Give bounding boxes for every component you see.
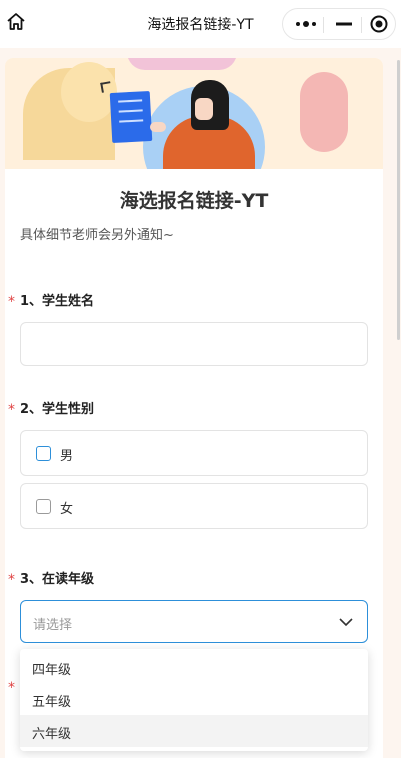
question-label-student-gender: 2、学生性别 — [20, 402, 95, 417]
header-banner-illustration — [5, 58, 383, 169]
gender-option-male[interactable]: 男 — [20, 430, 368, 476]
person-illustration — [150, 122, 166, 132]
document-illustration — [109, 90, 153, 144]
dropdown-option-grade-4[interactable]: 四年级 — [20, 651, 368, 683]
capsule-divider — [361, 17, 362, 33]
gender-option-female[interactable]: 女 — [20, 483, 368, 529]
question-label-student-name: 1、学生姓名 — [20, 294, 95, 309]
question-label-grade: 3、在读年级 — [20, 572, 95, 587]
banner-shape — [61, 62, 117, 122]
form-title: 海选报名链接-YT — [119, 190, 269, 212]
person-illustration — [195, 98, 213, 120]
required-mark: * — [8, 294, 15, 310]
option-label: 男 — [60, 449, 74, 464]
banner-shape — [127, 58, 237, 70]
minimize-icon[interactable] — [327, 9, 361, 39]
required-mark: * — [8, 572, 15, 588]
mini-program-capsule — [282, 8, 396, 40]
required-mark: * — [8, 402, 15, 418]
grade-dropdown-menu: 四年级 五年级 六年级 — [20, 649, 368, 751]
form-card: 海选报名链接-YT 具体细节老师会另外通知~ * 1、学生姓名 * 2、学生性别… — [5, 58, 383, 758]
scrollbar[interactable] — [397, 60, 400, 340]
navigation-bar: 海选报名链接-YT — [0, 0, 401, 48]
form-description: 具体细节老师会另外通知~ — [20, 228, 174, 243]
checkbox-icon[interactable] — [36, 446, 51, 461]
option-label: 女 — [60, 502, 74, 517]
select-placeholder: 请选择 — [33, 618, 73, 633]
banner-shape — [100, 81, 112, 93]
checkbox-icon[interactable] — [36, 499, 51, 514]
required-mark: * — [8, 680, 15, 696]
banner-shape — [300, 72, 348, 152]
dropdown-option-grade-5[interactable]: 五年级 — [20, 683, 368, 715]
grade-select[interactable]: 请选择 — [20, 600, 368, 643]
more-dots-icon[interactable] — [289, 9, 323, 39]
chevron-down-icon — [339, 618, 353, 627]
close-target-icon[interactable] — [363, 9, 395, 39]
dropdown-option-grade-6[interactable]: 六年级 — [20, 715, 368, 747]
student-name-input[interactable] — [20, 322, 368, 366]
capsule-divider — [323, 17, 324, 33]
